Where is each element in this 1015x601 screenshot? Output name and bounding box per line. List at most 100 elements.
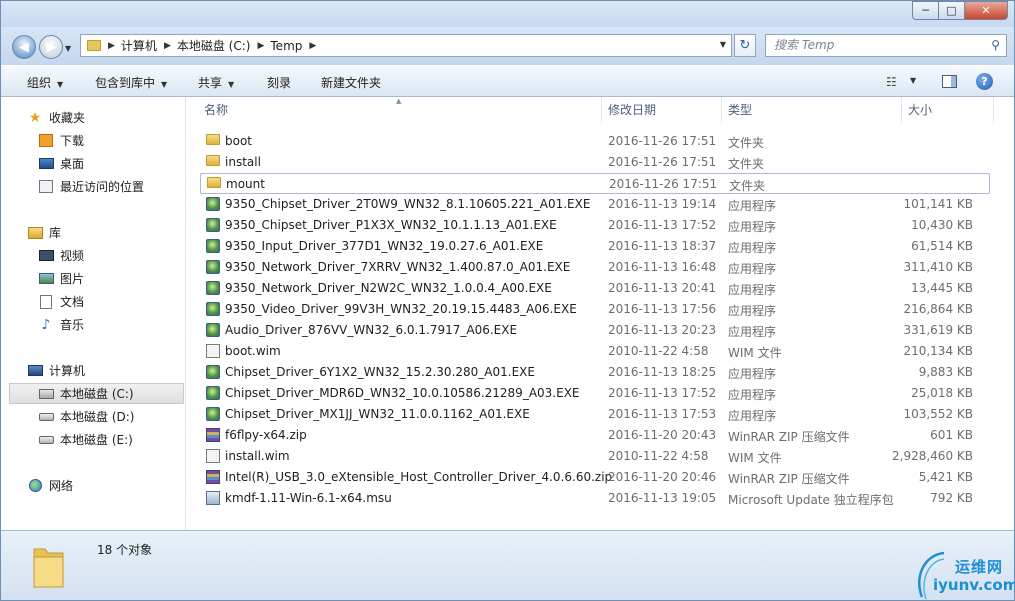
- file-list: 名称 ▲ 修改日期 类型 大小 boot 2016-11-26 17:51 文件夹 i…: [186, 97, 1014, 530]
- file-type: 文件夹: [728, 136, 765, 150]
- file-row[interactable]: 9350_Chipset_Driver_P1X3X_WN32_10.1.1.13…: [200, 215, 990, 236]
- view-options-dropdown-icon[interactable]: ▼: [910, 76, 916, 85]
- file-size: 9,883 KB: [918, 365, 973, 379]
- file-name: Chipset_Driver_6Y1X2_WN32_15.2.30.280_A0…: [225, 365, 535, 379]
- file-row[interactable]: 9350_Network_Driver_7XRRV_WN32_1.400.87.…: [200, 257, 990, 278]
- video-icon: [38, 249, 54, 263]
- share-label: 共享: [198, 76, 223, 90]
- column-header-size[interactable]: 大小: [902, 97, 994, 123]
- file-row[interactable]: mount 2016-11-26 17:51 文件夹: [200, 173, 990, 194]
- recent-places-icon: [38, 180, 54, 194]
- file-row[interactable]: 9350_Input_Driver_377D1_WN32_19.0.27.6_A…: [200, 236, 990, 257]
- title-bar[interactable]: ─ □ ✕: [1, 1, 1014, 27]
- forward-button[interactable]: ▶: [39, 35, 63, 59]
- details-pane: 18 个对象: [1, 530, 1014, 600]
- search-input[interactable]: [774, 38, 984, 52]
- search-icon[interactable]: ⚲: [991, 38, 1000, 52]
- sidebar-item-drive-c[interactable]: 本地磁盘 (C:): [9, 383, 184, 404]
- share-button[interactable]: 共享 ▼: [198, 74, 234, 91]
- file-row[interactable]: 9350_Chipset_Driver_2T0W9_WN32_8.1.10605…: [200, 194, 990, 215]
- breadcrumb-temp[interactable]: Temp: [270, 39, 302, 53]
- breadcrumb-chevron-icon[interactable]: ▶: [108, 41, 115, 51]
- forward-arrow-icon: ▶: [46, 39, 56, 55]
- close-button[interactable]: ✕: [964, 1, 1008, 20]
- star-icon: ★: [28, 109, 42, 126]
- file-row[interactable]: install.wim 2010-11-22 4:58 WIM 文件 2,928,46…: [200, 446, 990, 467]
- breadcrumb-chevron-icon[interactable]: ▶: [309, 41, 316, 51]
- change-view-icon[interactable]: ☷: [886, 75, 897, 89]
- file-modified-date: 2016-11-13 17:53: [608, 407, 717, 421]
- file-name: Audio_Driver_876VV_WN32_6.0.1.7917_A06.E…: [225, 323, 518, 337]
- wim-icon: [206, 344, 220, 358]
- breadcrumb-chevron-icon[interactable]: ▶: [257, 41, 264, 51]
- computer-icon: [27, 364, 43, 378]
- breadcrumb-chevron-icon[interactable]: ▶: [164, 41, 171, 51]
- include-in-library-button[interactable]: 包含到库中 ▼: [95, 74, 167, 91]
- drive-icon: [38, 410, 54, 424]
- file-type: 应用程序: [728, 325, 777, 339]
- chevron-down-icon: ▼: [228, 80, 235, 89]
- maximize-button[interactable]: □: [938, 1, 964, 20]
- file-row[interactable]: Intel(R)_USB_3.0_eXtensible_Host_Control…: [200, 467, 990, 488]
- file-row[interactable]: boot 2016-11-26 17:51 文件夹: [200, 131, 990, 152]
- file-row[interactable]: 9350_Network_Driver_N2W2C_WN32_1.0.0.4_A…: [200, 278, 990, 299]
- sidebar-item-computer[interactable]: 计算机: [27, 360, 211, 381]
- file-row[interactable]: 9350_Video_Driver_99V3H_WN32_20.19.15.44…: [200, 299, 990, 320]
- address-history-dropdown-icon[interactable]: ▼: [720, 40, 726, 49]
- organize-button[interactable]: 组织 ▼: [27, 74, 63, 91]
- recent-pages-dropdown-icon[interactable]: ▼: [65, 44, 71, 53]
- breadcrumb-drive-c[interactable]: 本地磁盘 (C:): [177, 37, 251, 54]
- refresh-button[interactable]: ↻: [734, 34, 756, 57]
- help-icon[interactable]: ?: [976, 73, 993, 90]
- file-modified-date: 2016-11-13 20:41: [608, 281, 717, 295]
- burn-button[interactable]: 刻录: [267, 74, 291, 91]
- file-size: 13,445 KB: [911, 281, 973, 295]
- file-row[interactable]: install 2016-11-26 17:51 文件夹: [200, 152, 990, 173]
- sort-ascending-icon: ▲: [396, 97, 402, 105]
- wim-icon: [206, 449, 220, 463]
- breadcrumb-computer[interactable]: 计算机: [121, 37, 157, 54]
- exe-icon: [206, 239, 220, 253]
- sidebar-item-favorites[interactable]: ★ 收藏夹: [27, 107, 211, 128]
- file-size: 210,134 KB: [903, 344, 973, 358]
- sidebar-item-label: 本地磁盘 (C:): [60, 387, 134, 401]
- sidebar-item-label: 最近访问的位置: [60, 180, 145, 194]
- navigation-bar: ◀ ▶ ▼ ▶ 计算机 ▶ 本地磁盘 (C:) ▶ Temp ▶ ▼ ↻ ⚲: [1, 27, 1014, 65]
- file-row[interactable]: kmdf-1.11-Win-6.1-x64.msu 2016-11-13 19:0…: [200, 488, 990, 509]
- exe-icon: [206, 365, 220, 379]
- file-type: 应用程序: [728, 262, 777, 276]
- file-size: 10,430 KB: [911, 218, 973, 232]
- file-name: 9350_Video_Driver_99V3H_WN32_20.19.15.44…: [225, 302, 577, 316]
- downloads-icon: [38, 134, 54, 148]
- file-row[interactable]: Chipset_Driver_6Y1X2_WN32_15.2.30.280_A0…: [200, 362, 990, 383]
- back-button[interactable]: ◀: [12, 35, 36, 59]
- file-row[interactable]: boot.wim 2010-11-22 4:58 WIM 文件 210,134 KB: [200, 341, 990, 362]
- file-row[interactable]: f6flpy-x64.zip 2016-11-20 20:43 WinRAR ZIP…: [200, 425, 990, 446]
- sidebar-item-network[interactable]: 网络: [27, 475, 211, 496]
- file-row[interactable]: Audio_Driver_876VV_WN32_6.0.1.7917_A06.E…: [200, 320, 990, 341]
- sidebar-item-label: 网络: [49, 479, 74, 493]
- file-type: 应用程序: [728, 199, 777, 213]
- search-box[interactable]: ⚲: [765, 34, 1007, 57]
- new-folder-button[interactable]: 新建文件夹: [321, 74, 381, 91]
- minimize-button[interactable]: ─: [912, 1, 938, 20]
- file-row[interactable]: Chipset_Driver_MDR6D_WN32_10.0.10586.212…: [200, 383, 990, 404]
- sidebar-item-label: 桌面: [60, 157, 85, 171]
- column-header-type[interactable]: 类型: [722, 97, 902, 123]
- exe-icon: [206, 281, 220, 295]
- sidebar-item-libraries[interactable]: 库: [27, 222, 211, 243]
- exe-icon: [206, 218, 220, 232]
- folder-icon: [87, 40, 101, 51]
- file-modified-date: 2016-11-13 19:14: [608, 197, 717, 211]
- sidebar-item-label: 图片: [60, 272, 85, 286]
- file-type: 应用程序: [728, 304, 777, 318]
- file-name: 9350_Chipset_Driver_P1X3X_WN32_10.1.1.13…: [225, 218, 557, 232]
- address-bar[interactable]: ▶ 计算机 ▶ 本地磁盘 (C:) ▶ Temp ▶ ▼: [80, 34, 732, 57]
- msu-icon: [206, 491, 220, 505]
- column-header-modified[interactable]: 修改日期: [602, 97, 722, 123]
- watermark-url: iyunv.com: [933, 576, 1015, 594]
- music-icon: ♪: [41, 316, 51, 333]
- preview-pane-icon[interactable]: [942, 75, 957, 88]
- file-row[interactable]: Chipset_Driver_MX1JJ_WN32_11.0.0.1162_A0…: [200, 404, 990, 425]
- folder-icon: [207, 177, 221, 188]
